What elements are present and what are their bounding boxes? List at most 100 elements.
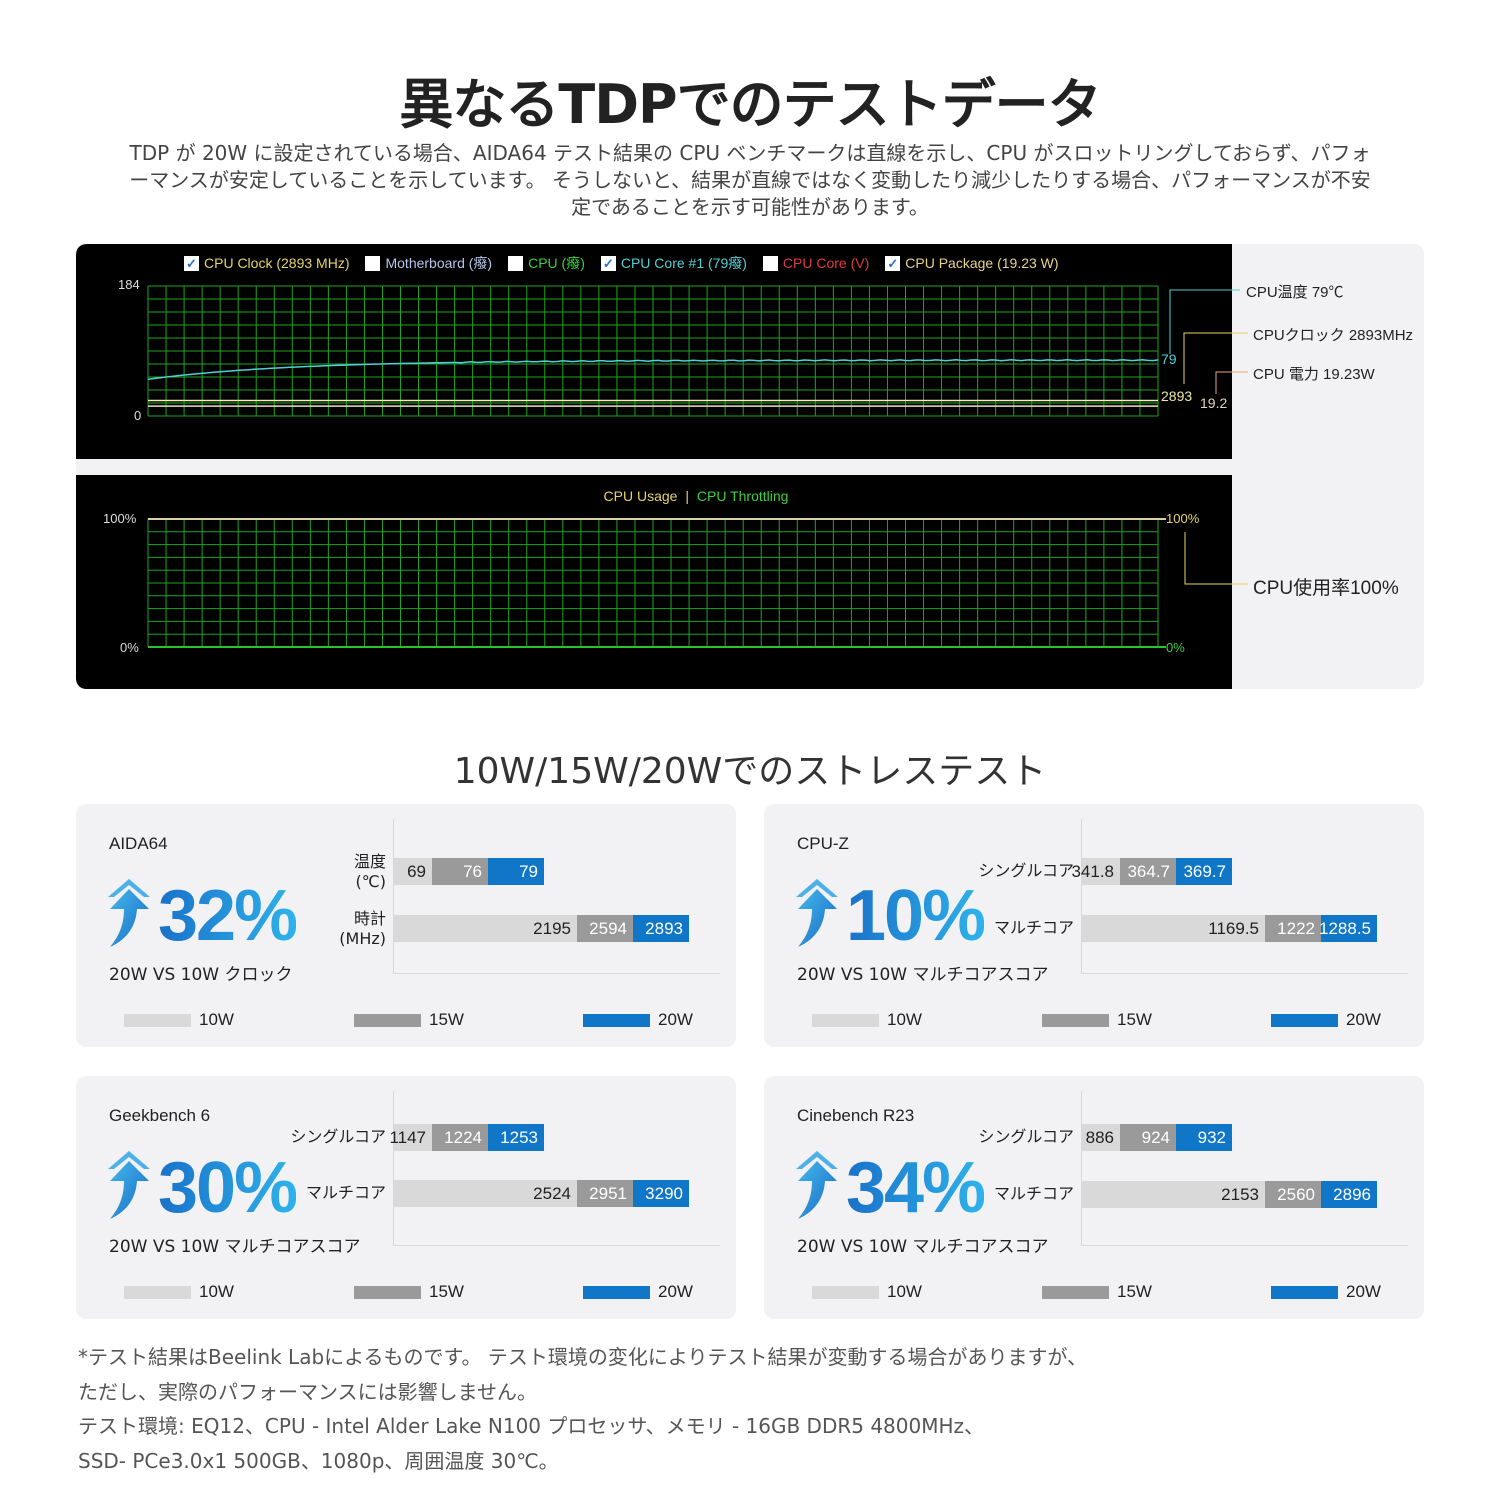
row-label-line: マルチコア [305, 1183, 386, 1202]
row-label: 温度 (℃) [354, 852, 386, 892]
bar-row: 886 924 932 [1082, 1124, 1232, 1151]
legend-10w: 10W [124, 1010, 234, 1030]
improvement-badge: 32% [106, 876, 298, 956]
legend-20w: 20W [1271, 1010, 1381, 1030]
bar-15w: 2594 [577, 915, 633, 942]
legend-swatch [124, 1285, 191, 1299]
row-label-line: 温度 [353, 852, 386, 871]
benchmark-card: Cinebench R23 34% 20W VS 10W マルチコアスコア シングルコ… [764, 1076, 1424, 1319]
card-legend: 10W 15W 20W [812, 1010, 1381, 1030]
legend-label: 10W [199, 1010, 234, 1029]
clock-end-value: 2893 [1161, 388, 1193, 404]
bar-15w: 924 [1120, 1124, 1176, 1151]
legend-label: 20W [658, 1282, 693, 1301]
legend-15w: 15W [1042, 1282, 1152, 1302]
up-arrow-icon [106, 1151, 152, 1225]
axis-line [393, 819, 394, 974]
card-title: Geekbench 6 [109, 1106, 211, 1125]
up-arrow-icon [106, 879, 152, 953]
bar-20w: 2896 [1321, 1181, 1377, 1208]
axis-line [393, 1245, 720, 1246]
benchmark-card: CPU-Z 10% 20W VS 10W マルチコアスコア シングルコア 341.8 36… [764, 804, 1424, 1047]
bar-10w: 1169.5 [1082, 915, 1265, 942]
bar-15w: 2951 [577, 1180, 633, 1207]
legend-label: 15W [429, 1282, 464, 1301]
footnote-line: ただし、実際のパフォーマンスには影響しません。 [78, 1379, 537, 1404]
legend-label: 20W [1346, 1282, 1381, 1301]
bar-20w: 2893 [633, 915, 689, 942]
monitor-panel: ✓ CPU Clock (2893 MHz) Motherboard (癈) CPU … [76, 244, 1424, 689]
grid [147, 518, 1159, 648]
bar-10w: 69 [394, 858, 432, 885]
improvement-badge: 34% [794, 1148, 986, 1228]
bar-20w: 369.7 [1176, 858, 1232, 885]
improvement-badge: 30% [106, 1148, 298, 1228]
temp-callout: CPU温度 79℃ [1246, 284, 1344, 301]
footnote-line: SSD- PCe3.0x1 500GB、1080p、周囲温度 30℃。 [78, 1448, 559, 1473]
axis-line [1081, 819, 1082, 974]
bar-10w: 2153 [1082, 1181, 1265, 1208]
grid [147, 285, 1159, 417]
improvement-percent: 30% [158, 1148, 298, 1228]
bar-15w: 1222 [1265, 915, 1321, 942]
usage-right-min-label: 0% [1166, 640, 1185, 655]
row-label-line: (MHz) [339, 929, 386, 948]
benchmark-card: AIDA64 32% 20W VS 10W クロック 温度 (℃) 69 76 79 時計 (MH… [76, 804, 736, 1047]
bar-10w: 2524 [394, 1180, 577, 1207]
row-label-line: マルチコア [993, 1184, 1074, 1203]
row-label: 時計 (MHz) [339, 909, 386, 949]
row-label-line: (℃) [355, 872, 386, 891]
row-label-line: 時計 [353, 909, 386, 928]
power-end-value: 19.2 [1200, 395, 1228, 411]
legend-swatch [583, 1285, 650, 1299]
usage-right-max-label: 100% [1166, 511, 1200, 526]
legend-swatch [812, 1285, 879, 1299]
bar-row: 1169.5 1222 1288.5 [1082, 915, 1377, 942]
power-callout: CPU 電力 19.23W [1253, 366, 1375, 383]
usage-graph: CPU Usage | CPU Throttling 100% 0% 100% … [76, 475, 1232, 689]
bar-row: 2524 2951 3290 [394, 1180, 689, 1207]
legend-label: 20W [1346, 1010, 1381, 1029]
footnote-line: テスト環境: EQ12、CPU - Intel Alder Lake N100 … [78, 1414, 985, 1438]
card-title: CPU-Z [797, 834, 849, 853]
bar-20w: 79 [488, 858, 544, 885]
legend-label: 10W [887, 1282, 922, 1301]
bar-15w: 364.7 [1120, 858, 1176, 885]
legend-20w: 20W [583, 1010, 693, 1030]
usage-plot [147, 518, 1166, 648]
row-label: マルチコア [994, 1184, 1074, 1204]
legend-20w: 20W [1271, 1282, 1381, 1302]
legend-10w: 10W [812, 1282, 922, 1302]
legend-10w: 10W [812, 1010, 922, 1030]
intro-text: TDP が 20W に設定されている場合、AIDA64 テスト結果の CPU ベ… [129, 141, 1371, 219]
temp-end-value: 79 [1161, 351, 1177, 367]
axis-line [1081, 1091, 1082, 1246]
legend-swatch [583, 1013, 650, 1027]
row-label-line: シングルコア [978, 861, 1074, 880]
usage-callout: CPU使用率100% [1253, 578, 1399, 599]
legend-swatch [1271, 1285, 1338, 1299]
legend-15w: 15W [354, 1282, 464, 1302]
row-label-line: シングルコア [978, 1127, 1074, 1146]
bar-row: 1147 1224 1253 [389, 1124, 544, 1151]
card-subtitle: 20W VS 10W クロック [109, 965, 293, 985]
sensor-graph: ✓ CPU Clock (2893 MHz) Motherboard (癈) CPU … [76, 244, 1232, 459]
row-label: マルチコア [306, 1183, 386, 1203]
axis-line [393, 973, 720, 974]
legend-10w: 10W [124, 1282, 234, 1302]
bar-10w: 2195 [394, 915, 577, 942]
legend-label: 15W [429, 1010, 464, 1029]
up-arrow-icon [794, 879, 840, 953]
legend-20w: 20W [583, 1282, 693, 1302]
card-legend: 10W 15W 20W [812, 1282, 1381, 1302]
bar-10w: 1147 [389, 1124, 432, 1151]
row-label: マルチコア [994, 918, 1074, 938]
up-arrow-icon [794, 1151, 840, 1225]
card-subtitle: 20W VS 10W マルチコアスコア [797, 965, 1049, 985]
card-subtitle: 20W VS 10W マルチコアスコア [797, 1237, 1049, 1257]
footnote-line: *テスト結果はBeelink Labによるものです。 テスト環境の変化によりテス… [78, 1345, 1088, 1369]
bar-row: 69 76 79 [394, 858, 544, 885]
legend-label: 15W [1117, 1282, 1152, 1301]
improvement-percent: 10% [846, 876, 986, 956]
stress-test-title: 10W/15W/20Wでのストレステスト [453, 751, 1047, 792]
